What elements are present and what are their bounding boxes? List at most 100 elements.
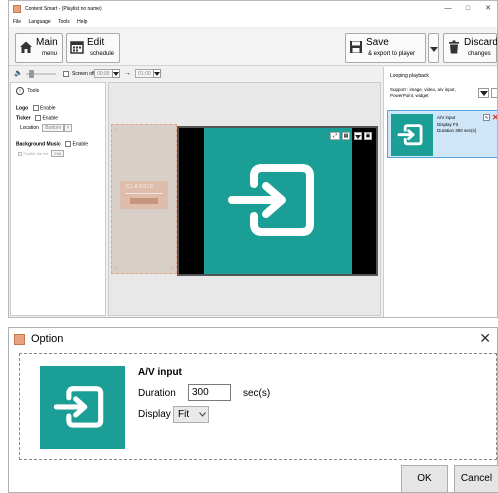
calendar-icon — [70, 41, 84, 54]
layer-dropdown[interactable] — [354, 132, 362, 140]
resize-handle-bl-icon[interactable]: ↙ — [114, 264, 119, 271]
ticker-enable-label: Enable — [42, 115, 59, 122]
fullscreen-icon[interactable]: ▣ — [364, 132, 372, 140]
logo-label: Logo — [16, 105, 29, 112]
logo-enable-checkbox[interactable] — [32, 105, 39, 111]
option-dialog: Option ✕ A/V input Duration 300 sec(s) D… — [8, 327, 498, 493]
location-dropdown[interactable]: ˅ — [63, 124, 73, 132]
discard-label: Discard — [464, 37, 498, 48]
playlist-item-thumbnail — [391, 114, 433, 156]
main-menu-button[interactable]: Main menu — [15, 33, 63, 63]
edit-item-icon[interactable]: ✎ — [483, 114, 490, 121]
chevron-down-icon — [430, 47, 438, 52]
ticker-label: Ticker — [16, 115, 31, 122]
dialog-body: A/V input Duration 300 sec(s) Display Fi… — [19, 353, 497, 460]
minimize-icon[interactable]: — — [438, 1, 458, 17]
duration-label: Duration — [138, 388, 176, 399]
input-icon — [397, 124, 423, 146]
duration-input[interactable]: 300 — [188, 384, 231, 401]
av-input-preview — [204, 128, 352, 274]
time-from-select[interactable]: 00:00 — [94, 69, 113, 78]
display-select[interactable]: Fit — [173, 406, 209, 423]
menu-help[interactable]: Help — [77, 19, 87, 25]
collapse-icon[interactable]: ‹ — [16, 87, 24, 95]
menu-tools[interactable]: Tools — [58, 19, 70, 25]
close-icon[interactable]: ✕ — [479, 330, 491, 347]
edit-schedule-sublabel: schedule — [90, 51, 115, 57]
save-icon — [350, 41, 362, 53]
music-row: Background Music Enable — [16, 141, 88, 147]
classic-divider — [125, 193, 163, 194]
playlist-item-duration: Duration 300 sec(s) — [437, 128, 477, 133]
music-edit-button[interactable]: Edit — [51, 150, 65, 157]
playlist-item[interactable]: A/V input Display Fit Duration 300 sec(s… — [387, 110, 497, 158]
main-menu-label: Main — [36, 37, 58, 48]
tools-header[interactable]: ‹ Tools — [16, 87, 39, 95]
shuffle-label: Shuffle the list — [23, 151, 49, 156]
playback-panel: Looping playback Support : image, video,… — [383, 67, 497, 317]
chevron-down-icon — [355, 135, 361, 139]
location-select[interactable]: Bottom — [42, 124, 65, 132]
menu-bar: File Language Tools Help — [9, 17, 497, 27]
preview-stage: CLASSIC ↖ ↙ ↘ ⤢ ▦ ▣ — [108, 82, 381, 316]
time-to-select[interactable]: 01:00 — [135, 69, 154, 78]
cancel-button[interactable]: Cancel — [454, 465, 498, 493]
shuffle-checkbox[interactable] — [18, 151, 22, 156]
logo-row: Logo Enable — [16, 105, 56, 111]
discard-sublabel: changes — [468, 51, 491, 57]
screen-off-label: Screen off — [72, 71, 95, 77]
maximize-icon[interactable]: □ — [458, 1, 478, 17]
home-icon — [20, 41, 32, 53]
music-enable-checkbox[interactable] — [65, 141, 72, 147]
delete-item-icon[interactable]: ✕ — [492, 113, 497, 122]
chevron-down-icon — [480, 91, 488, 96]
tools-title: Tools — [27, 88, 40, 95]
screen-off-checkbox[interactable] — [63, 71, 69, 77]
discard-changes-button[interactable]: Discard changes — [443, 33, 497, 63]
display-select-value: Fit — [178, 409, 190, 420]
ticker-enable-checkbox[interactable] — [35, 115, 42, 121]
app-window: Content Smart - (Playlist no name) — □ ✕… — [8, 0, 498, 318]
classic-banner — [130, 198, 158, 204]
location-row: Location Bottom ˅ — [20, 124, 73, 132]
music-options-row: Shuffle the list Edit — [18, 150, 65, 157]
volume-slider-thumb[interactable] — [29, 70, 34, 78]
main-menu-sublabel: menu — [42, 51, 58, 57]
resize-handle-br-icon[interactable]: ↘ — [169, 264, 174, 271]
chevron-down-icon — [199, 412, 206, 417]
playlist-options-button[interactable] — [491, 88, 497, 98]
location-label: Location — [20, 125, 39, 131]
ok-button[interactable]: OK — [401, 465, 448, 493]
resize-icon[interactable]: ⤢ — [330, 132, 340, 140]
trash-icon — [449, 40, 459, 54]
time-to-dropdown[interactable] — [153, 69, 161, 78]
input-icon — [53, 386, 104, 428]
dialog-heading: A/V input — [138, 367, 182, 378]
music-enable-label: Enable — [72, 141, 89, 148]
menu-file[interactable]: File — [13, 19, 21, 25]
app-logo-icon — [14, 334, 25, 345]
resize-handle-tl-icon[interactable]: ↖ — [114, 127, 119, 134]
save-export-button[interactable]: Save & export to player — [345, 33, 426, 63]
app-logo-icon — [13, 5, 21, 13]
edit-schedule-button[interactable]: Edit schedule — [66, 33, 120, 63]
save-sublabel: & export to player — [368, 51, 416, 57]
save-label: Save — [366, 37, 389, 48]
add-content-dropdown[interactable] — [478, 88, 489, 98]
background-frame[interactable]: CLASSIC ↖ ↙ ↘ — [111, 124, 177, 274]
save-options-dropdown[interactable] — [428, 33, 439, 63]
av-input-frame[interactable]: ⤢ ▦ ▣ — [177, 126, 378, 276]
grid-icon[interactable]: ▦ — [342, 132, 350, 140]
playlist-item-info: A/V input Display Fit Duration 300 sec(s… — [437, 115, 476, 135]
classic-text: CLASSIC — [126, 184, 155, 190]
toolbar: Main menu Edit schedule Save & export to… — [9, 28, 497, 66]
input-icon — [228, 164, 314, 236]
speaker-icon: 🔈 — [14, 70, 23, 77]
menu-language[interactable]: Language — [28, 19, 50, 25]
control-bar: 🔈 Screen off 00:00 → 01:00 — [9, 67, 382, 81]
time-from-dropdown[interactable] — [112, 69, 120, 78]
chevron-down-icon — [154, 72, 160, 76]
edit-schedule-label: Edit — [87, 37, 105, 48]
tools-panel: ‹ Tools Logo Enable Ticker Enable Locati… — [10, 82, 106, 316]
close-icon[interactable]: ✕ — [478, 1, 497, 17]
